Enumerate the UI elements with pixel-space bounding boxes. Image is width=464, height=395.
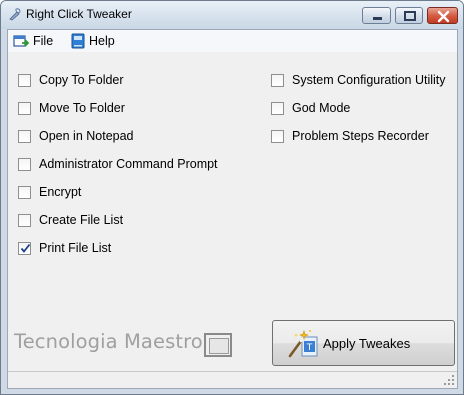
file-icon: [13, 35, 29, 47]
window-bottom-border: [1, 389, 463, 394]
close-icon: [437, 10, 450, 23]
option-print-file-list[interactable]: Print File List: [18, 240, 111, 256]
magic-wand-icon: T: [288, 330, 318, 358]
title-bar[interactable]: Right Click Tweaker: [1, 1, 463, 29]
option-open-in-notepad[interactable]: Open in Notepad: [18, 128, 134, 144]
maximize-icon: [404, 11, 416, 21]
checkbox-checked[interactable]: [18, 241, 31, 255]
menu-help[interactable]: Help: [71, 32, 115, 50]
checkbox[interactable]: [18, 157, 31, 171]
checkbox[interactable]: [271, 101, 284, 115]
option-god-mode[interactable]: God Mode: [271, 100, 350, 116]
help-book-icon: [71, 33, 85, 49]
client-area: File Help Copy To Folder Move To Folder …: [7, 29, 458, 389]
checkbox[interactable]: [18, 213, 31, 227]
menu-file-label: File: [33, 34, 54, 48]
checkbox[interactable]: [18, 73, 31, 87]
checkbox[interactable]: [271, 73, 284, 87]
option-label: Print File List: [39, 241, 112, 255]
option-problem-steps-recorder[interactable]: Problem Steps Recorder: [271, 128, 429, 144]
apply-button-label: Apply Tweakes: [323, 336, 411, 351]
brand-text: Tecnologia Maestro: [14, 330, 203, 353]
checkbox[interactable]: [271, 129, 284, 143]
minimize-icon: [373, 17, 382, 20]
option-create-file-list[interactable]: Create File List: [18, 212, 123, 228]
option-encrypt[interactable]: Encrypt: [18, 184, 81, 200]
option-administrator-command-prompt[interactable]: Administrator Command Prompt: [18, 156, 218, 172]
menu-file[interactable]: File: [13, 32, 53, 50]
checkbox[interactable]: [18, 129, 31, 143]
app-icon: [9, 8, 21, 21]
brand-logo: [204, 333, 232, 357]
menu-bar: File Help: [8, 30, 457, 52]
option-label: Copy To Folder: [39, 73, 124, 87]
status-bar: [8, 371, 457, 388]
option-label: Open in Notepad: [39, 129, 134, 143]
option-label: System Configuration Utility: [292, 73, 446, 87]
svg-text:T: T: [306, 343, 313, 353]
option-label: Problem Steps Recorder: [292, 129, 429, 143]
option-label: Create File List: [39, 213, 124, 227]
menu-help-label: Help: [89, 34, 115, 48]
option-copy-to-folder[interactable]: Copy To Folder: [18, 72, 124, 88]
apply-tweaks-button[interactable]: T Apply Tweakes: [272, 320, 455, 366]
window-title: Right Click Tweaker: [26, 7, 132, 21]
option-label: God Mode: [292, 101, 351, 115]
checkbox[interactable]: [18, 101, 31, 115]
option-label: Encrypt: [39, 185, 82, 199]
option-move-to-folder[interactable]: Move To Folder: [18, 100, 125, 116]
option-label: Move To Folder: [39, 101, 125, 115]
maximize-button[interactable]: [395, 7, 423, 24]
option-label: Administrator Command Prompt: [39, 157, 218, 171]
minimize-button[interactable]: [362, 7, 391, 24]
option-system-configuration-utility[interactable]: System Configuration Utility: [271, 72, 446, 88]
check-mark-icon: [20, 243, 31, 253]
resize-grip-icon[interactable]: [444, 375, 455, 386]
checkbox[interactable]: [18, 185, 31, 199]
close-button[interactable]: [427, 7, 458, 24]
app-window: Right Click Tweaker File Help Copy To Fo…: [0, 0, 464, 395]
